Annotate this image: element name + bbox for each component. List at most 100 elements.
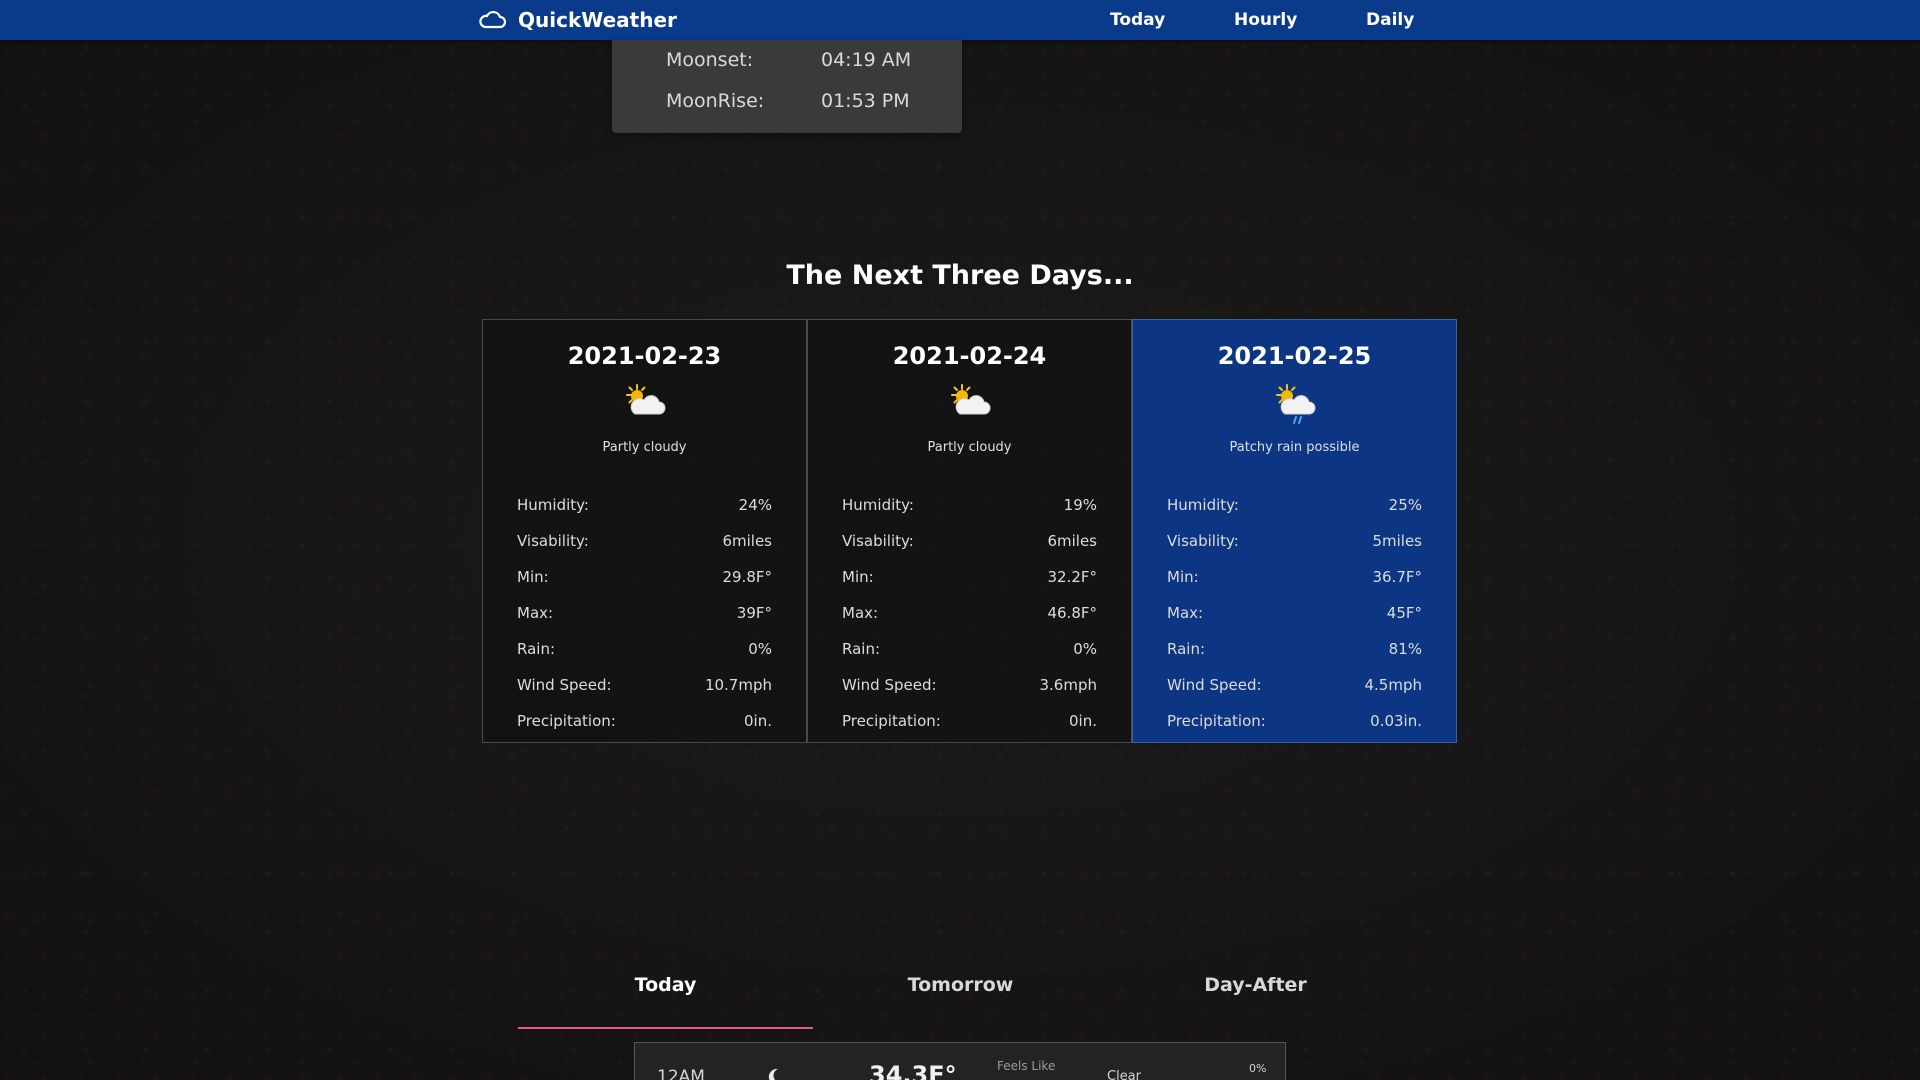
stat-value: 0in.: [1069, 712, 1097, 730]
brand[interactable]: QuickWeather: [478, 0, 677, 40]
stat-label: Max:: [1167, 604, 1204, 622]
hour-temperature: 34.3F°: [869, 1061, 957, 1080]
moon-info-card: Moonset: 04:19 AM MoonRise: 01:53 PM: [612, 40, 962, 133]
partly-cloudy-icon: [808, 382, 1131, 422]
visibility-row: Visability: 6miles: [842, 532, 1097, 556]
forecast-title: The Next Three Days...: [786, 260, 1134, 291]
stat-label: Wind Speed:: [517, 676, 612, 694]
precipitation-row: Precipitation: 0in.: [517, 712, 772, 736]
stat-value: 4.5mph: [1364, 676, 1423, 694]
stat-value: 10.7mph: [704, 676, 772, 694]
nav-hourly-link[interactable]: Hourly: [1234, 10, 1297, 30]
stat-label: Rain:: [517, 640, 556, 658]
stat-value: 0%: [1073, 640, 1097, 658]
precipitation-row: Precipitation: 0.03in.: [1167, 712, 1422, 736]
wind-speed-row: Wind Speed: 3.6mph: [842, 676, 1097, 700]
max-temp-row: Max: 45F°: [1167, 604, 1422, 628]
day-condition: Partly cloudy: [602, 440, 687, 455]
stat-value: 25%: [1388, 496, 1422, 514]
stat-label: Visability:: [1167, 532, 1239, 550]
stat-label: Min:: [842, 568, 874, 586]
stat-label: Rain:: [1167, 640, 1206, 658]
stat-label: Visability:: [517, 532, 589, 550]
cloud-icon: [478, 10, 506, 30]
min-temp-row: Min: 36.7F°: [1167, 568, 1422, 592]
nav-daily-link[interactable]: Daily: [1366, 10, 1414, 30]
day-card[interactable]: 2021-02-23 Partly cloudy Humidity: 24% Vi…: [482, 319, 807, 743]
wind-speed-row: Wind Speed: 4.5mph: [1167, 676, 1422, 700]
stat-value: 46.8F°: [1047, 604, 1097, 622]
stat-label: Precipitation:: [1167, 712, 1266, 730]
stat-label: Rain:: [842, 640, 881, 658]
hour-condition: Clear: [1107, 1069, 1141, 1080]
stat-value: 32.2F°: [1047, 568, 1097, 586]
stat-label: Precipitation:: [842, 712, 941, 730]
rain-row: Rain: 0%: [517, 640, 772, 664]
stat-label: Visability:: [842, 532, 914, 550]
stat-label: Wind Speed:: [842, 676, 937, 694]
day-date: 2021-02-25: [1217, 342, 1372, 370]
min-temp-row: Min: 29.8F°: [517, 568, 772, 592]
stat-value: 5miles: [1372, 532, 1422, 550]
day-date: 2021-02-24: [892, 342, 1047, 370]
tab-day-after[interactable]: Day-After: [1108, 974, 1403, 996]
stat-label: Min:: [517, 568, 549, 586]
partly-cloudy-icon: [483, 382, 806, 422]
min-temp-row: Min: 32.2F°: [842, 568, 1097, 592]
humidity-row: Humidity: 19%: [842, 496, 1097, 520]
day-condition: Partly cloudy: [927, 440, 1012, 455]
hour-rain-chance: 0%: [1249, 1062, 1267, 1075]
stat-label: Min:: [1167, 568, 1199, 586]
stat-label: Precipitation:: [517, 712, 616, 730]
day-date: 2021-02-23: [567, 342, 722, 370]
stat-value: 6miles: [722, 532, 772, 550]
stat-value: 0.03in.: [1370, 712, 1422, 730]
visibility-row: Visability: 6miles: [517, 532, 772, 556]
humidity-row: Humidity: 24%: [517, 496, 772, 520]
moonset-value: 04:19 AM: [821, 49, 912, 71]
stat-label: Humidity:: [842, 496, 914, 514]
day-condition: Patchy rain possible: [1229, 440, 1360, 455]
humidity-row: Humidity: 25%: [1167, 496, 1422, 520]
feels-like-label: Feels Like: [997, 1059, 1056, 1073]
stat-label: Max:: [842, 604, 879, 622]
rain-row: Rain: 0%: [842, 640, 1097, 664]
stat-label: Humidity:: [1167, 496, 1239, 514]
stat-value: 6miles: [1047, 532, 1097, 550]
rain-row: Rain: 81%: [1167, 640, 1422, 664]
stat-value: 0in.: [744, 712, 772, 730]
top-navbar: QuickWeather Today Hourly Daily: [0, 0, 1920, 40]
stat-label: Max:: [517, 604, 554, 622]
stat-value: 36.7F°: [1372, 568, 1422, 586]
hourly-day-tabs: Today Tomorrow Day-After: [518, 960, 1403, 1030]
tab-tomorrow[interactable]: Tomorrow: [813, 974, 1108, 996]
moonset-label: Moonset:: [666, 49, 754, 71]
nav-today-link[interactable]: Today: [1110, 10, 1165, 30]
stat-value: 3.6mph: [1039, 676, 1098, 694]
max-temp-row: Max: 46.8F°: [842, 604, 1097, 628]
wind-speed-row: Wind Speed: 10.7mph: [517, 676, 772, 700]
stat-value: 81%: [1388, 640, 1422, 658]
patchy-rain-icon: [1133, 382, 1456, 426]
day-card[interactable]: 2021-02-24 Partly cloudy Humidity: 19% Vi…: [807, 319, 1132, 743]
stat-value: 39F°: [736, 604, 772, 622]
stat-value: 45F°: [1386, 604, 1422, 622]
tab-today[interactable]: Today: [518, 974, 813, 996]
moonrise-label: MoonRise:: [666, 90, 765, 112]
max-temp-row: Max: 39F°: [517, 604, 772, 628]
day-card-active[interactable]: 2021-02-25 Patchy rain possible Humidity…: [1132, 319, 1457, 743]
moonset-row: Moonset: 04:19 AM: [612, 49, 962, 79]
moonrise-row: MoonRise: 01:53 PM: [612, 90, 962, 120]
stat-value: 0%: [748, 640, 772, 658]
visibility-row: Visability: 5miles: [1167, 532, 1422, 556]
stat-label: Humidity:: [517, 496, 589, 514]
stat-label: Wind Speed:: [1167, 676, 1262, 694]
moonrise-value: 01:53 PM: [821, 90, 910, 112]
hourly-row[interactable]: 12AM 34.3F° Feels Like Clear 0%: [634, 1042, 1286, 1080]
brand-name: QuickWeather: [518, 8, 677, 32]
stat-value: 24%: [738, 496, 772, 514]
active-tab-indicator: [518, 1027, 813, 1029]
clear-night-icon: [765, 1067, 785, 1080]
stat-value: 29.8F°: [722, 568, 772, 586]
precipitation-row: Precipitation: 0in.: [842, 712, 1097, 736]
